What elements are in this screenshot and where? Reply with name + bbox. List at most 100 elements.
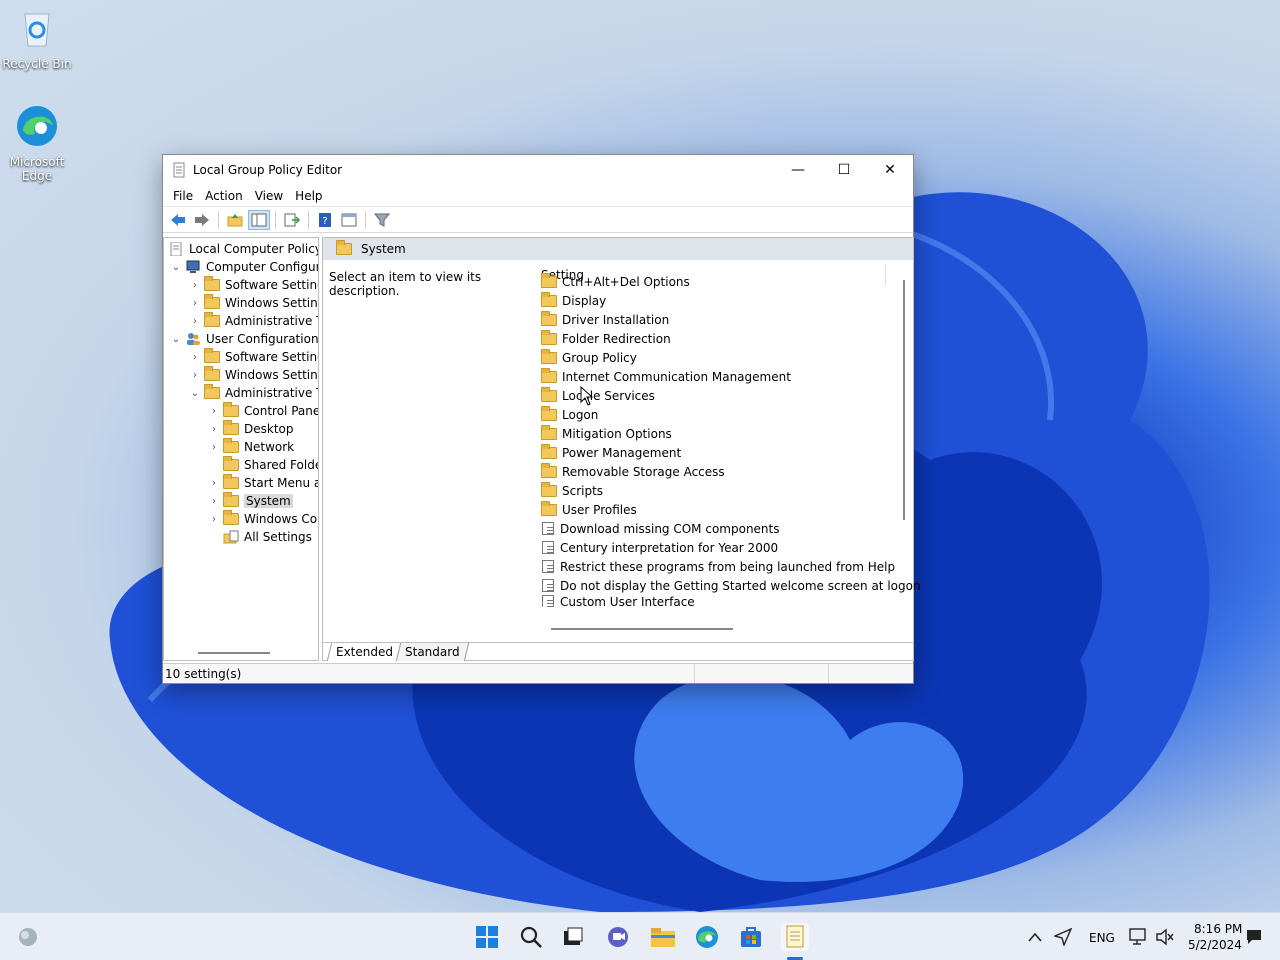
- recycle-bin-shortcut[interactable]: Recycle Bin: [0, 6, 74, 71]
- chevron-down-icon[interactable]: ⌄: [189, 388, 201, 399]
- menu-action[interactable]: Action: [199, 189, 249, 203]
- maximize-button[interactable]: ☐: [821, 155, 867, 185]
- list-item[interactable]: Custom User Interface: [539, 595, 695, 607]
- tree-item-uc-software-settings[interactable]: › Software Settings: [189, 348, 318, 366]
- file-explorer-button[interactable]: [649, 923, 677, 951]
- list-item[interactable]: Display: [539, 291, 606, 310]
- list-item[interactable]: Mitigation Options: [539, 424, 672, 443]
- widgets-button[interactable]: [14, 923, 42, 951]
- tree-item-cc-software-settings[interactable]: › Software Settings: [189, 276, 318, 294]
- list-item[interactable]: Removable Storage Access: [539, 462, 725, 481]
- chevron-right-icon[interactable]: ›: [189, 370, 201, 381]
- list-item[interactable]: Driver Installation: [539, 310, 669, 329]
- tree-item-shared-folders[interactable]: Shared Folder: [208, 456, 318, 474]
- list-item[interactable]: Locale Services: [539, 386, 655, 405]
- list-item[interactable]: Logon: [539, 405, 598, 424]
- list-item[interactable]: Scripts: [539, 481, 603, 500]
- folder-icon: [541, 329, 557, 345]
- list-item-label: User Profiles: [562, 502, 637, 517]
- chevron-right-icon[interactable]: ›: [208, 424, 220, 435]
- group-policy-taskbar-button[interactable]: [781, 923, 809, 951]
- tree-item-uc-administrative-templates[interactable]: ⌄ Administrative Te: [189, 384, 318, 402]
- store-button[interactable]: [737, 923, 765, 951]
- chevron-right-icon[interactable]: ›: [189, 352, 201, 363]
- location-button[interactable]: [1049, 923, 1077, 951]
- chevron-right-icon[interactable]: ›: [208, 406, 220, 417]
- chevron-down-icon[interactable]: ⌄: [170, 334, 182, 345]
- back-button[interactable]: [167, 210, 189, 230]
- clock-time[interactable]: 8:16 PM: [1194, 922, 1242, 936]
- tree-item-all-settings[interactable]: All Settings: [208, 528, 312, 546]
- tree-item-cc-windows-settings[interactable]: › Windows Setting: [189, 294, 318, 312]
- chevron-right-icon[interactable]: ›: [208, 514, 220, 525]
- chat-icon: [608, 927, 628, 947]
- edge-shortcut[interactable]: Microsoft Edge: [0, 104, 74, 183]
- up-folder-button[interactable]: [224, 210, 246, 230]
- list-item[interactable]: Century interpretation for Year 2000: [539, 538, 778, 557]
- tree-item-cc-administrative-templates[interactable]: › Administrative Te: [189, 312, 318, 330]
- tree-item-desktop[interactable]: › Desktop: [208, 420, 294, 438]
- show-hide-tree-button[interactable]: [248, 209, 270, 230]
- column-separator[interactable]: [885, 264, 886, 286]
- chevron-right-icon[interactable]: ›: [208, 496, 220, 507]
- clock-date[interactable]: 5/2/2024: [1188, 938, 1242, 952]
- tree-horizontal-scrollbar[interactable]: [198, 652, 270, 654]
- menu-help[interactable]: Help: [289, 189, 328, 203]
- title-bar[interactable]: Local Group Policy Editor — ☐ ✕: [163, 155, 913, 185]
- folder-icon: [541, 310, 557, 326]
- close-button[interactable]: ✕: [867, 155, 913, 185]
- tree-item-start-menu[interactable]: › Start Menu ar: [208, 474, 318, 492]
- tree-item-uc-windows-settings[interactable]: › Windows Setting: [189, 366, 318, 384]
- task-view-button[interactable]: [559, 923, 587, 951]
- chevron-right-icon[interactable]: ›: [208, 478, 220, 489]
- search-button[interactable]: [517, 923, 545, 951]
- chevron-right-icon[interactable]: ›: [208, 442, 220, 453]
- tree-item-local-computer-policy[interactable]: Local Computer Policy: [168, 240, 318, 258]
- tree-item-windows-components[interactable]: › Windows Cor: [208, 510, 318, 528]
- help-button[interactable]: ?: [314, 210, 336, 230]
- tree-item-computer-configuration[interactable]: ⌄ Computer Configura: [170, 258, 318, 276]
- chevron-right-icon[interactable]: ›: [189, 298, 201, 309]
- folder-icon: [204, 294, 220, 309]
- console-tree[interactable]: Local Computer Policy ⌄ Computer Configu…: [163, 237, 319, 661]
- menu-file[interactable]: File: [167, 189, 199, 203]
- list-item[interactable]: Download missing COM components: [539, 519, 780, 538]
- list-item[interactable]: Group Policy: [539, 348, 637, 367]
- tab-standard[interactable]: Standard: [395, 643, 469, 661]
- tree-item-control-panel[interactable]: › Control Panel: [208, 402, 318, 420]
- properties-button[interactable]: [338, 210, 360, 230]
- menu-view[interactable]: View: [249, 189, 289, 203]
- tree-item-system[interactable]: › System: [208, 492, 293, 510]
- minimize-button[interactable]: —: [775, 155, 821, 185]
- tree-item-network[interactable]: › Network: [208, 438, 294, 456]
- edge-taskbar-button[interactable]: [693, 923, 721, 951]
- tab-extended[interactable]: Extended: [326, 643, 403, 661]
- chevron-right-icon[interactable]: ›: [189, 316, 201, 327]
- chevron-right-icon[interactable]: ›: [189, 280, 201, 291]
- notifications-button[interactable]: [1240, 923, 1268, 951]
- network-status-button[interactable]: [1125, 923, 1153, 951]
- list-item[interactable]: Power Management: [539, 443, 681, 462]
- folder-icon: [204, 348, 220, 363]
- list-item[interactable]: User Profiles: [539, 500, 637, 519]
- show-hidden-icons-button[interactable]: [1021, 923, 1049, 951]
- export-list-button[interactable]: [281, 210, 303, 230]
- volume-button[interactable]: [1151, 923, 1179, 951]
- vertical-scrollbar[interactable]: [903, 280, 905, 520]
- tree-label: Network: [244, 440, 295, 454]
- forward-button[interactable]: [191, 210, 213, 230]
- horizontal-scrollbar[interactable]: [551, 628, 733, 630]
- list-item[interactable]: Folder Redirection: [539, 329, 671, 348]
- list-item[interactable]: Restrict these programs from being launc…: [539, 557, 895, 576]
- tree-item-user-configuration[interactable]: ⌄ User Configuration: [170, 330, 318, 348]
- list-item-label: Mitigation Options: [562, 426, 672, 441]
- list-item[interactable]: Internet Communication Management: [539, 367, 791, 386]
- start-button[interactable]: [473, 923, 501, 951]
- list-item[interactable]: Ctrl+Alt+Del Options: [539, 272, 690, 291]
- chat-button[interactable]: [604, 923, 632, 951]
- toolbar-separator: [308, 210, 309, 229]
- list-item[interactable]: Do not display the Getting Started welco…: [539, 576, 921, 595]
- language-indicator[interactable]: ENG: [1089, 931, 1115, 945]
- filter-button[interactable]: [371, 210, 393, 230]
- chevron-down-icon[interactable]: ⌄: [170, 262, 182, 273]
